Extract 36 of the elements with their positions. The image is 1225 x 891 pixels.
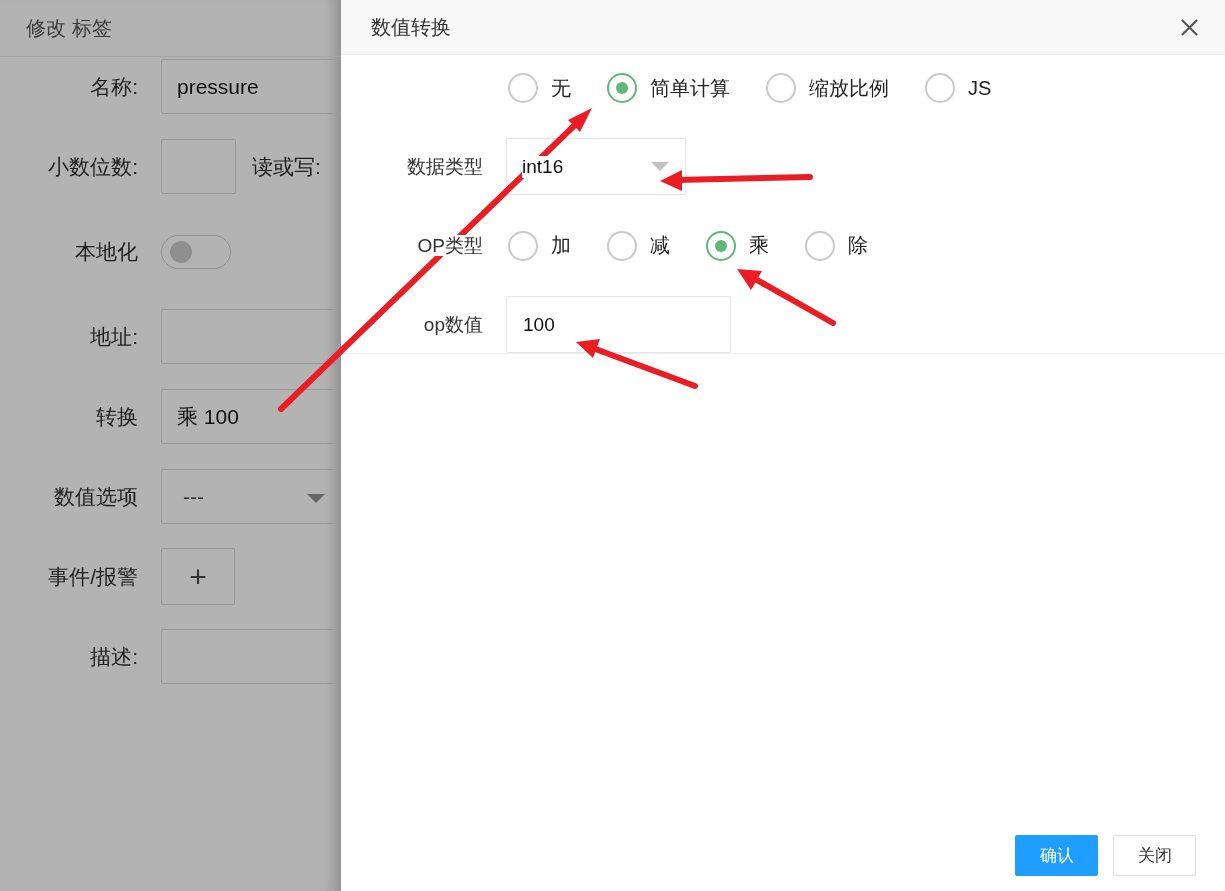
field-label: 读或写: bbox=[252, 153, 321, 180]
field-label: 转换 bbox=[95, 403, 138, 430]
radio-button[interactable] bbox=[508, 73, 538, 103]
option-label[interactable]: 加 bbox=[551, 232, 571, 259]
field-label: 名称: bbox=[89, 73, 138, 100]
input-field[interactable]: 100 bbox=[506, 296, 731, 353]
radio-button[interactable] bbox=[766, 73, 796, 103]
option-label[interactable]: JS bbox=[968, 76, 992, 100]
field-label: 事件/报警 bbox=[47, 563, 138, 590]
radio-button[interactable] bbox=[508, 230, 538, 261]
radio-button[interactable] bbox=[805, 230, 835, 261]
input-field[interactable] bbox=[161, 139, 236, 194]
dialog-title: 数值转换 bbox=[371, 14, 451, 40]
field-label: op数值 bbox=[423, 313, 483, 335]
field-label: 数据类型 bbox=[407, 155, 483, 177]
radio-button[interactable] bbox=[607, 230, 637, 261]
radio-button[interactable] bbox=[706, 230, 736, 261]
option-label[interactable]: 缩放比例 bbox=[809, 74, 889, 102]
option-label[interactable]: 乘 bbox=[749, 232, 769, 259]
option-label[interactable]: 减 bbox=[650, 232, 670, 259]
add-button[interactable]: + bbox=[161, 548, 235, 605]
field-label: 本地化 bbox=[74, 238, 138, 265]
panel-title: 修改 标签 bbox=[26, 15, 112, 41]
option-label[interactable]: 无 bbox=[551, 74, 571, 102]
option-label[interactable]: 除 bbox=[848, 232, 868, 259]
field-label: 描述: bbox=[89, 643, 138, 670]
option-label[interactable]: 简单计算 bbox=[650, 74, 730, 102]
field-label: 小数位数: bbox=[47, 153, 138, 180]
radio-button[interactable] bbox=[925, 73, 955, 103]
radio-button[interactable] bbox=[607, 73, 637, 103]
close-button[interactable]: 关闭 bbox=[1113, 835, 1196, 876]
field-label: 数值选项 bbox=[53, 483, 138, 510]
close-icon[interactable] bbox=[1180, 17, 1199, 37]
field-label: OP类型 bbox=[417, 234, 483, 256]
caret-icon bbox=[307, 494, 325, 503]
field-label: 地址: bbox=[89, 323, 138, 350]
